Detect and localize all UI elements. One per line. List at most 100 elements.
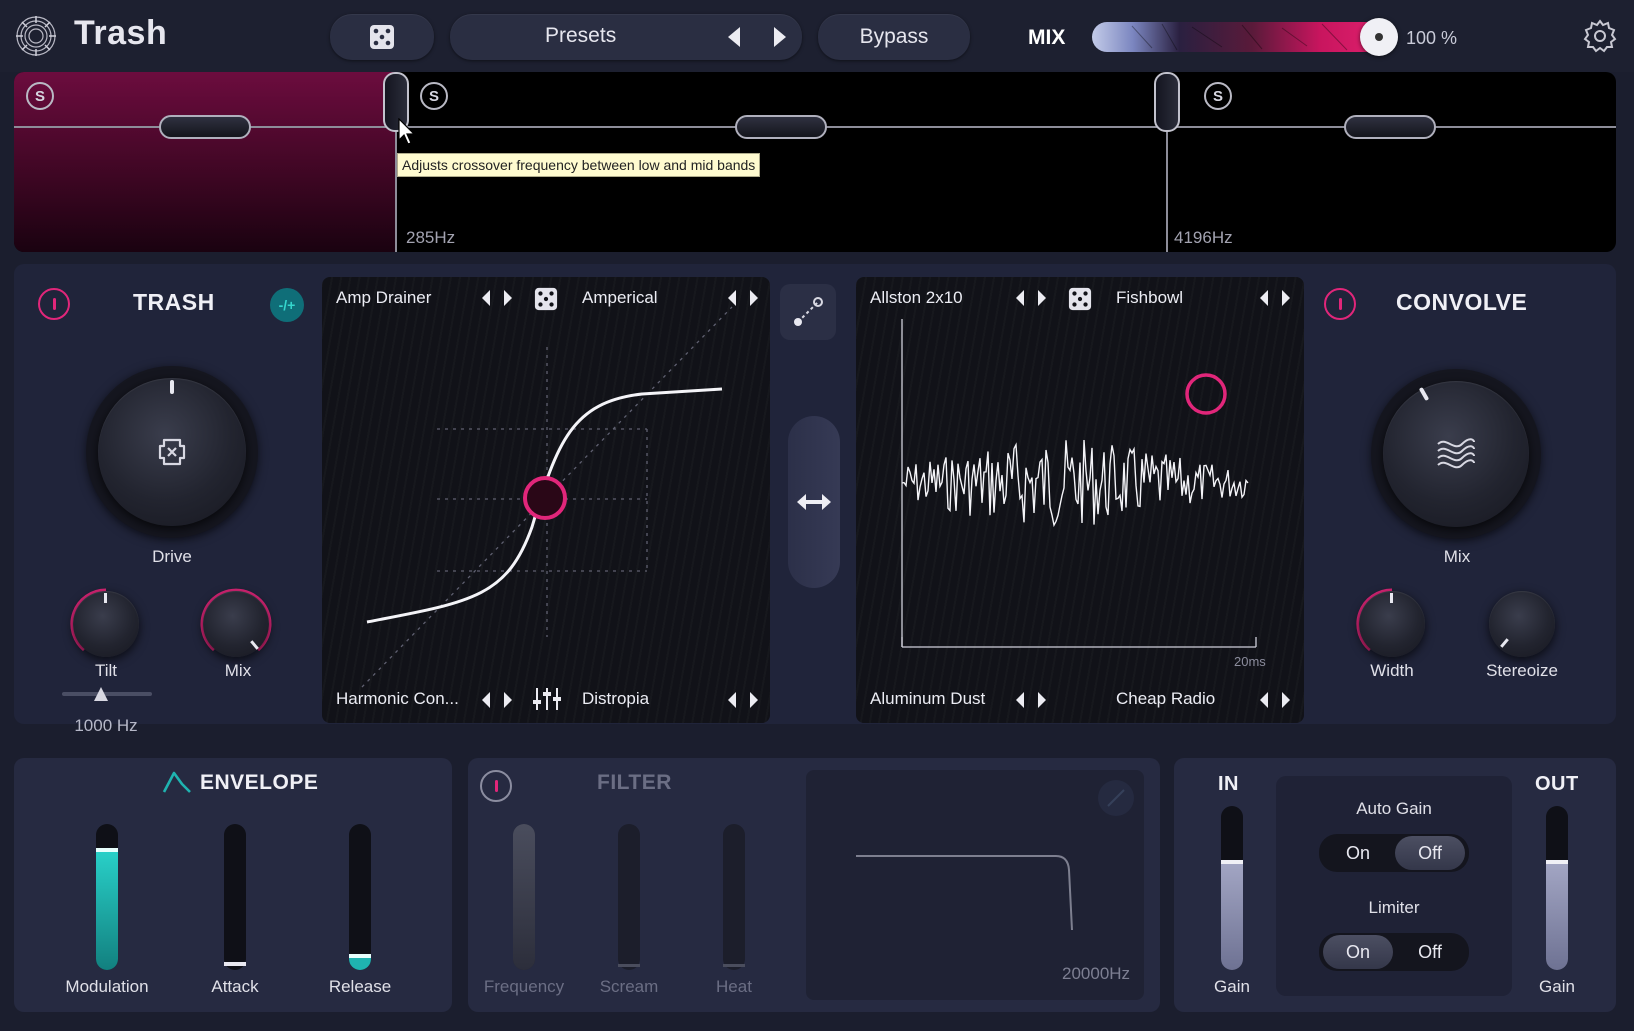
polarity-button[interactable]: -/+ <box>270 288 304 322</box>
attack-label: Attack <box>211 977 259 996</box>
stereoize-knob[interactable] <box>1489 591 1555 657</box>
input-gain-label: Gain <box>1214 977 1250 996</box>
frequency-fader[interactable] <box>513 824 535 970</box>
dist-dice-icon[interactable] <box>534 287 558 311</box>
distortion-bottom-left-name: Harmonic Con... <box>336 689 459 708</box>
heat-fader[interactable] <box>723 824 745 970</box>
crossover-line-low <box>395 126 397 252</box>
auto-gain-off[interactable]: Off <box>1395 836 1465 870</box>
tilt-freq-value: 1000 Hz <box>74 716 138 735</box>
link-button[interactable] <box>780 284 836 340</box>
heat-label: Heat <box>716 977 752 996</box>
conv-tr-prev-icon[interactable] <box>1256 287 1272 309</box>
conv-bl-next-icon[interactable] <box>1034 689 1050 711</box>
limiter-off[interactable]: Off <box>1395 935 1465 969</box>
conv-dice-icon[interactable] <box>1068 287 1092 311</box>
release-fader[interactable] <box>349 824 371 970</box>
dist-bl-next-icon[interactable] <box>500 689 516 711</box>
width-label: Width <box>1370 661 1414 680</box>
dist-tr-next-icon[interactable] <box>746 287 762 309</box>
drive-knob-indicator <box>170 380 174 394</box>
filter-power-button[interactable] <box>480 770 512 802</box>
drive-icon <box>158 438 186 466</box>
attack-fader[interactable] <box>224 824 246 970</box>
modulation-fader-thumb[interactable] <box>96 848 118 852</box>
output-gain-fader[interactable] <box>1546 806 1568 970</box>
width-knob-indicator <box>1390 593 1393 603</box>
dist-tr-prev-icon[interactable] <box>724 287 740 309</box>
tilt-knob-indicator <box>104 593 107 603</box>
dist-tl-next-icon[interactable] <box>500 287 516 309</box>
heat-fader-thumb[interactable] <box>723 964 745 967</box>
mix-slider-thumb[interactable] <box>1360 18 1398 56</box>
convolve-icon <box>1437 438 1475 469</box>
dist-br-next-icon[interactable] <box>746 689 762 711</box>
conv-br-next-icon[interactable] <box>1278 689 1294 711</box>
crossover-handle-high[interactable] <box>1154 72 1180 132</box>
envelope-icon <box>162 771 191 793</box>
drive-knob[interactable] <box>98 378 246 526</box>
band-gain-handle-mid[interactable] <box>735 115 827 139</box>
conv-bl-prev-icon[interactable] <box>1012 689 1028 711</box>
conv-tl-prev-icon[interactable] <box>1012 287 1028 309</box>
logo-icon <box>16 16 56 56</box>
filter-title: FILTER <box>597 771 672 794</box>
convolve-bottom-right-name: Cheap Radio <box>1116 689 1216 708</box>
crossover-tooltip: Adjusts crossover frequency between low … <box>397 153 761 177</box>
dist-sliders-icon[interactable] <box>532 686 562 712</box>
solo-button-high[interactable]: S <box>1204 82 1232 110</box>
band-gain-handle-high[interactable] <box>1344 115 1436 139</box>
band-gain-handle-low[interactable] <box>159 115 251 139</box>
scream-fader[interactable] <box>618 824 640 970</box>
solo-button-mid[interactable]: S <box>420 82 448 110</box>
bypass-button[interactable]: Bypass <box>818 14 970 60</box>
trash-power-button[interactable] <box>38 288 70 320</box>
conv-br-prev-icon[interactable] <box>1256 689 1272 711</box>
in-label: IN <box>1218 773 1239 795</box>
app-title: Trash <box>74 14 168 52</box>
modulation-fader[interactable] <box>96 824 118 970</box>
distortion-screen[interactable] <box>322 277 770 723</box>
convolve-mix-label: Mix <box>1443 547 1471 566</box>
release-fader-thumb[interactable] <box>349 954 371 958</box>
mix-slider[interactable] <box>1092 22 1384 52</box>
convolve-mix-knob[interactable] <box>1383 381 1529 527</box>
preset-prev-icon[interactable] <box>722 22 746 52</box>
convolve-power-button[interactable] <box>1324 288 1356 320</box>
input-gain-fader[interactable] <box>1221 806 1243 970</box>
mix-slider-texture <box>1131 23 1348 51</box>
dist-bl-prev-icon[interactable] <box>478 689 494 711</box>
gear-icon[interactable] <box>1582 18 1618 54</box>
dist-br-prev-icon[interactable] <box>724 689 740 711</box>
presets-button[interactable] <box>450 14 802 60</box>
conv-tr-next-icon[interactable] <box>1278 287 1294 309</box>
auto-gain-toggle[interactable]: On Off <box>1319 834 1469 872</box>
output-gain-thumb[interactable] <box>1546 860 1568 864</box>
dice-icon <box>370 25 394 49</box>
stereoize-label: Stereoize <box>1486 661 1558 680</box>
conv-tl-next-icon[interactable] <box>1034 287 1050 309</box>
tilt-freq-thumb[interactable] <box>93 686 109 702</box>
dist-tl-prev-icon[interactable] <box>478 287 494 309</box>
tilt-label: Tilt <box>94 661 118 680</box>
mouse-cursor-icon <box>398 118 416 145</box>
input-gain-fill <box>1221 862 1243 970</box>
scream-fader-thumb[interactable] <box>618 964 640 967</box>
preset-next-icon[interactable] <box>768 22 792 52</box>
limiter-on[interactable]: On <box>1323 935 1393 969</box>
drive-label: Drive <box>152 547 192 566</box>
limiter-toggle[interactable]: On Off <box>1319 933 1469 971</box>
trash-mix-knob[interactable] <box>203 591 269 657</box>
low-band-region[interactable] <box>14 72 396 252</box>
attack-fader-thumb[interactable] <box>224 962 246 966</box>
distortion-bottom-right-name: Distropia <box>582 689 650 708</box>
limiter-label: Limiter <box>1368 898 1420 917</box>
crossover-freq-high: 4196Hz <box>1174 228 1233 247</box>
crossover-line-high <box>1166 126 1168 252</box>
swap-button[interactable] <box>788 416 840 588</box>
input-gain-thumb[interactable] <box>1221 860 1243 864</box>
auto-gain-on[interactable]: On <box>1323 836 1393 870</box>
solo-button-low[interactable]: S <box>26 82 54 110</box>
crossover-freq-low: 285Hz <box>406 228 456 247</box>
randomize-button[interactable] <box>330 14 434 60</box>
